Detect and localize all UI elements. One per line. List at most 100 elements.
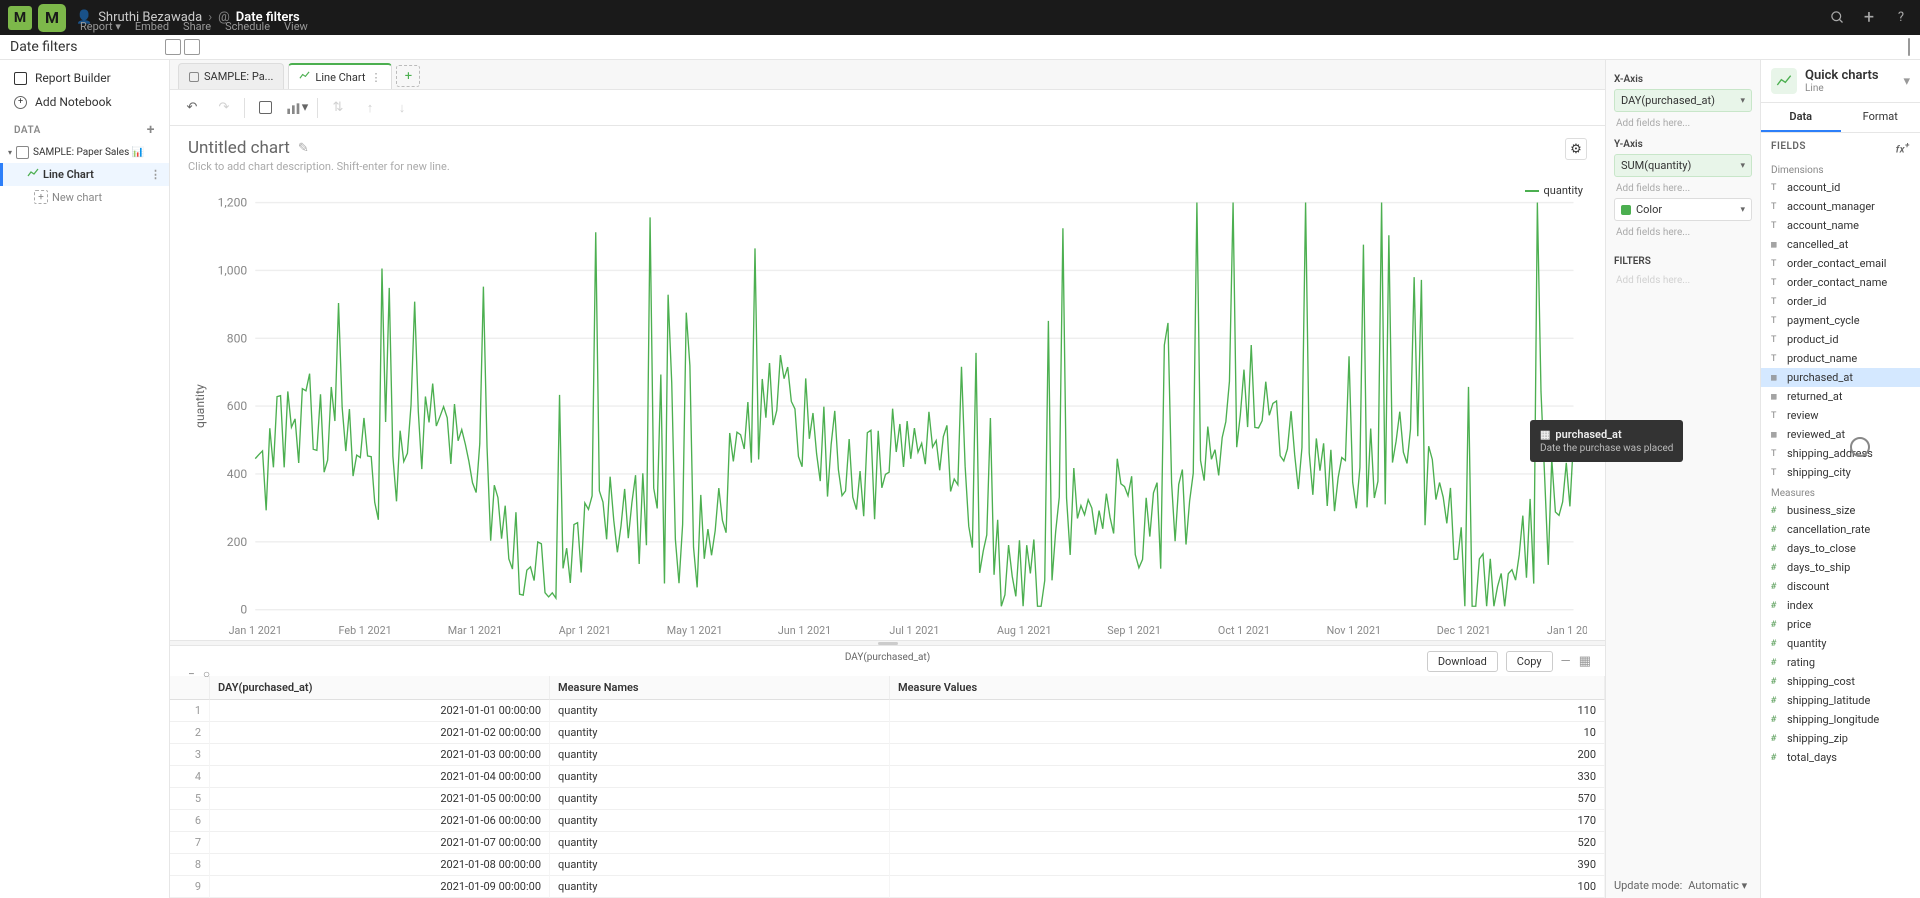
chart-type-button[interactable]: ▾ (285, 96, 309, 120)
field-label: returned_at (1787, 390, 1843, 403)
tab-data[interactable]: Data (1761, 103, 1841, 132)
zoom-reset-button[interactable]: ○ (203, 667, 210, 681)
field-payment_cycle[interactable]: Tpayment_cycle (1761, 311, 1920, 330)
field-product_name[interactable]: Tproduct_name (1761, 349, 1920, 368)
layout-2-button[interactable] (184, 39, 200, 55)
new-chart-button[interactable]: + New chart (0, 186, 169, 208)
field-type-icon: # (1771, 696, 1782, 706)
field-order_id[interactable]: Torder_id (1761, 292, 1920, 311)
menu-share[interactable]: Share (183, 20, 211, 33)
filters-add-placeholder[interactable]: Add fields here... (1614, 271, 1752, 290)
table-cell: quantity (550, 700, 890, 722)
sort-desc-button[interactable]: ↓ (390, 96, 414, 120)
field-type-icon: T (1771, 316, 1782, 326)
layout-1-button[interactable] (165, 39, 181, 55)
field-reviewed_at[interactable]: ▦reviewed_at (1761, 425, 1920, 444)
app-logo-small[interactable]: M (8, 6, 32, 30)
undo-button[interactable]: ↶ (180, 96, 204, 120)
add-tab-button[interactable]: + (396, 65, 420, 87)
y-axis-add-placeholder[interactable]: Add fields here... (1614, 179, 1752, 198)
field-price[interactable]: #price (1761, 615, 1920, 634)
splitter-handle[interactable] (170, 640, 1605, 646)
field-type-icon: # (1771, 753, 1782, 763)
caret-down-icon[interactable]: ▾ (8, 148, 12, 157)
field-returned_at[interactable]: ▦returned_at (1761, 387, 1920, 406)
add-button[interactable]: + (1858, 7, 1880, 29)
field-shipping_address[interactable]: Tshipping_address (1761, 444, 1920, 463)
chart-node[interactable]: Line Chart ⋮ (0, 163, 169, 186)
field-discount[interactable]: #discount (1761, 577, 1920, 596)
chart-node-menu-icon[interactable]: ⋮ (150, 168, 161, 181)
sort-button[interactable]: ⇅ (326, 96, 350, 120)
field-days_to_ship[interactable]: #days_to_ship (1761, 558, 1920, 577)
tab-sample[interactable]: SAMPLE: Pa... (178, 63, 284, 89)
table-cell: 170 (890, 810, 1605, 832)
field-cancelled_at[interactable]: ▦cancelled_at (1761, 235, 1920, 254)
menu-embed[interactable]: Embed (135, 20, 169, 33)
chart-description[interactable]: Click to add chart description. Shift-en… (188, 160, 1587, 173)
add-notebook-button[interactable]: + Add Notebook (0, 90, 169, 114)
field-quantity[interactable]: #quantity (1761, 634, 1920, 653)
svg-text:Oct 1 2021: Oct 1 2021 (1218, 624, 1270, 637)
zoom-out-button[interactable]: − (188, 667, 195, 681)
tab-menu-icon[interactable]: ⋮ (370, 71, 381, 84)
chart-title[interactable]: Untitled chart (188, 138, 290, 158)
field-cancellation_rate[interactable]: #cancellation_rate (1761, 520, 1920, 539)
calendar-icon: ▦ (1540, 428, 1550, 441)
field-order_contact_name[interactable]: Torder_contact_name (1761, 273, 1920, 292)
field-shipping_zip[interactable]: #shipping_zip (1761, 729, 1920, 748)
field-account_manager[interactable]: Taccount_manager (1761, 197, 1920, 216)
field-label: order_contact_email (1787, 257, 1886, 270)
chart-settings-button[interactable]: ⚙ (1565, 138, 1587, 160)
field-product_id[interactable]: Tproduct_id (1761, 330, 1920, 349)
table-cell: 330 (890, 766, 1605, 788)
tooltip-description: Date the purchase was placed (1540, 443, 1673, 454)
table-cell: quantity (550, 766, 890, 788)
menu-schedule[interactable]: Schedule (225, 20, 270, 33)
field-shipping_cost[interactable]: #shipping_cost (1761, 672, 1920, 691)
edit-title-icon[interactable]: ✎ (298, 141, 309, 156)
field-account_name[interactable]: Taccount_name (1761, 216, 1920, 235)
search-button[interactable] (1826, 7, 1848, 29)
x-axis-label: DAY(purchased_at) (188, 652, 1587, 663)
chart-canvas[interactable]: 02004006008001,0001,200Jan 1 2021Feb 1 2… (188, 189, 1587, 650)
field-review[interactable]: Treview (1761, 406, 1920, 425)
tab-line-chart[interactable]: Line Chart ⋮ (288, 63, 392, 89)
field-purchased_at[interactable]: ▦purchased_at (1761, 368, 1920, 387)
y-axis-pill[interactable]: SUM(quantity) ▾ (1614, 154, 1752, 177)
field-rating[interactable]: #rating (1761, 653, 1920, 672)
field-shipping_city[interactable]: Tshipping_city (1761, 463, 1920, 482)
field-shipping_longitude[interactable]: #shipping_longitude (1761, 710, 1920, 729)
color-pill[interactable]: Color ▾ (1614, 198, 1752, 221)
tab-format[interactable]: Format (1841, 103, 1920, 132)
redo-button[interactable]: ↷ (212, 96, 236, 120)
menu-report[interactable]: Report ▾ (80, 20, 121, 33)
plus-dashed-icon: + (34, 190, 48, 204)
field-account_id[interactable]: Taccount_id (1761, 178, 1920, 197)
tab-strip: SAMPLE: Pa... Line Chart ⋮ + (170, 60, 1605, 90)
color-add-placeholder[interactable]: Add fields here... (1614, 223, 1752, 242)
collapse-panel-button[interactable] (1908, 38, 1910, 56)
menu-view[interactable]: View (284, 20, 308, 33)
x-axis-add-placeholder[interactable]: Add fields here... (1614, 114, 1752, 133)
field-days_to_close[interactable]: #days_to_close (1761, 539, 1920, 558)
add-data-button[interactable]: + (147, 122, 155, 138)
field-order_contact_email[interactable]: Torder_contact_email (1761, 254, 1920, 273)
field-index[interactable]: #index (1761, 596, 1920, 615)
chevron-down-icon[interactable]: ▾ (1903, 74, 1910, 89)
view-mode-button[interactable] (253, 96, 277, 120)
field-shipping_latitude[interactable]: #shipping_latitude (1761, 691, 1920, 710)
sort-asc-button[interactable]: ↑ (358, 96, 382, 120)
x-axis-pill[interactable]: DAY(purchased_at) ▾ (1614, 89, 1752, 112)
help-button[interactable]: ? (1890, 7, 1912, 29)
table-cell: 390 (890, 854, 1605, 876)
update-mode-dropdown[interactable]: Automatic ▾ (1688, 879, 1747, 892)
report-builder-button[interactable]: Report Builder (0, 66, 169, 90)
dataset-node[interactable]: ▾ SAMPLE: Paper Sales 📊 (0, 142, 169, 163)
field-business_size[interactable]: #business_size (1761, 501, 1920, 520)
field-total_days[interactable]: #total_days (1761, 748, 1920, 767)
left-sidebar: Report Builder + Add Notebook DATA + ▾ S… (0, 60, 170, 898)
field-type-icon: ▦ (1771, 240, 1782, 250)
add-field-button[interactable]: fx+ (1896, 141, 1910, 155)
app-logo[interactable]: M (38, 4, 66, 32)
